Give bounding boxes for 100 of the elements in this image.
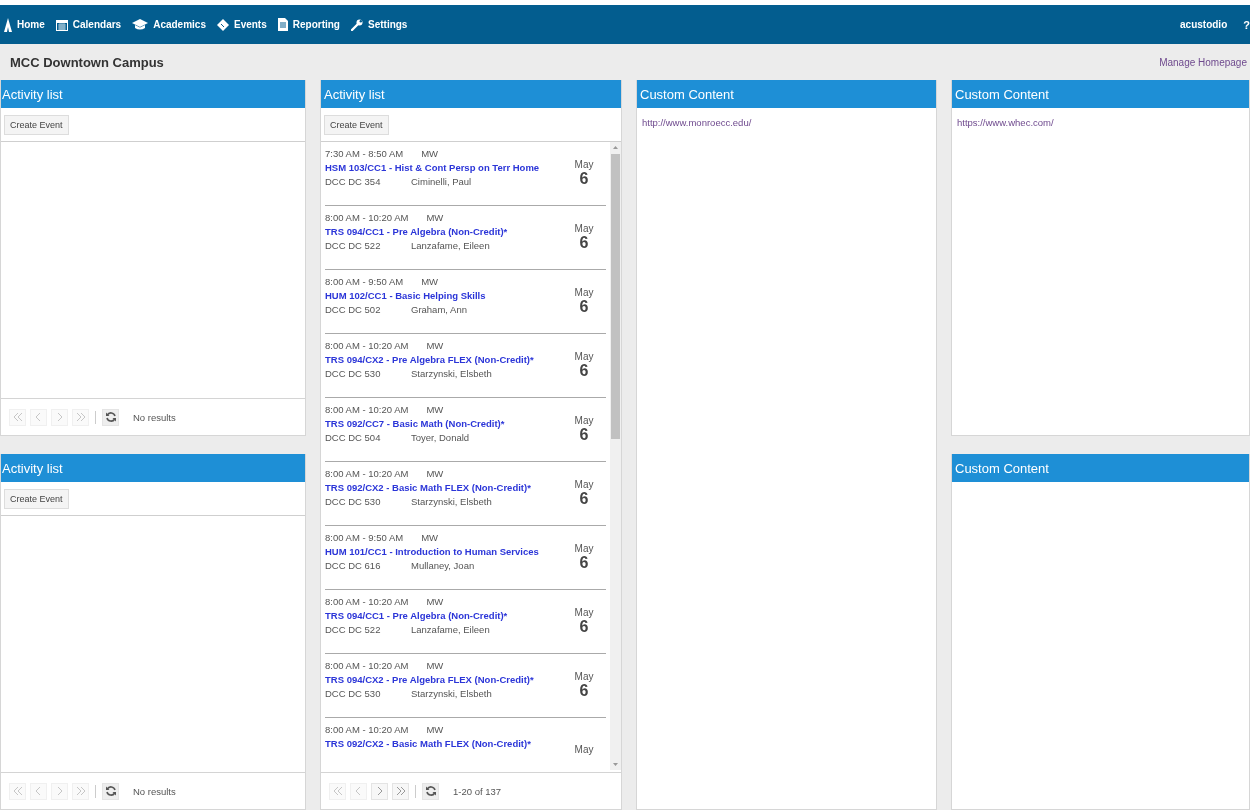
event-day: 6: [579, 426, 589, 444]
event-time: 8:00 AM - 10:20 AM: [325, 404, 409, 415]
event-time: 8:00 AM - 9:50 AM: [325, 532, 404, 543]
event-time: 8:00 AM - 9:50 AM: [325, 276, 404, 287]
refresh-button[interactable]: [422, 782, 439, 800]
panel-header: Activity list: [1, 454, 305, 482]
event-month: May: [574, 351, 594, 362]
event-time: 7:30 AM - 8:50 AM: [325, 148, 404, 159]
event-days: MW: [421, 532, 439, 543]
wrench-icon: [351, 18, 363, 31]
event-day: 6: [579, 554, 589, 572]
event-day: 6: [579, 234, 589, 252]
event-time: 8:00 AM - 10:20 AM: [325, 660, 409, 671]
event-title-link[interactable]: TRS 094/CX2 - Pre Algebra FLEX (Non-Credit)*: [325, 674, 562, 685]
event-days: MW: [426, 404, 444, 415]
logo-icon: [4, 17, 12, 32]
event-month: May: [574, 415, 594, 426]
event-room: DCC DC 354: [325, 176, 382, 187]
event-time: 8:00 AM - 10:20 AM: [325, 468, 409, 479]
pager-status: No results: [133, 411, 176, 423]
event-instructor: Starzynski, Elsbeth: [411, 368, 492, 379]
panel-header: Custom Content: [952, 80, 1249, 108]
event-month: May: [574, 543, 594, 554]
event-title-link[interactable]: HSM 103/CC1 - Hist & Cont Persp on Terr Home: [325, 162, 562, 173]
panel-header: Custom Content: [952, 454, 1249, 482]
website-link[interactable]: http://www.monroecc.edu/: [642, 117, 752, 128]
create-event-button[interactable]: Create Event: [4, 488, 69, 509]
event-title-link[interactable]: TRS 092/CC7 - Basic Math (Non-Credit)*: [325, 418, 562, 429]
document-icon: [277, 18, 288, 31]
next-page-button[interactable]: [371, 782, 388, 800]
create-event-button[interactable]: Create Event: [324, 114, 389, 135]
event-month: May: [574, 671, 594, 682]
event-days: MW: [426, 596, 444, 607]
event-day: 6: [579, 170, 589, 188]
event-title-link[interactable]: TRS 092/CX2 - Basic Math FLEX (Non-Credit)*: [325, 738, 562, 749]
panel-header: Custom Content: [637, 80, 936, 108]
event-title-link[interactable]: TRS 092/CX2 - Basic Math FLEX (Non-Credit)*: [325, 482, 562, 493]
panel-header: Activity list: [1, 80, 305, 108]
refresh-button[interactable]: [102, 408, 119, 426]
page-title: MCC Downtown Campus: [10, 54, 165, 70]
event-title-link[interactable]: TRS 094/CX2 - Pre Algebra FLEX (Non-Credit)*: [325, 354, 562, 365]
event-days: MW: [426, 212, 444, 223]
event-room: DCC DC 530: [325, 368, 382, 379]
event-title-link[interactable]: TRS 094/CC1 - Pre Algebra (Non-Credit)*: [325, 226, 562, 237]
event-instructor: Lanzafame, Eileen: [411, 624, 490, 635]
website-link[interactable]: https://www.whec.com/: [957, 117, 1054, 128]
manage-homepage-link[interactable]: Manage Homepage: [1159, 56, 1247, 68]
event-instructor: Mullaney, Joan: [411, 560, 475, 571]
calendar-icon: [55, 18, 68, 31]
pager-status: No results: [133, 785, 176, 797]
event-day: 6: [579, 362, 589, 380]
event-days: MW: [421, 148, 439, 159]
nav-link[interactable]: Home: [4, 17, 45, 32]
refresh-icon: [424, 785, 437, 797]
double-right-chevron-icon: [74, 411, 87, 423]
event-day: 6: [579, 682, 589, 700]
event-room: DCC DC 522: [325, 624, 382, 635]
nav-link[interactable]: Reporting: [277, 18, 340, 31]
event-room: DCC DC 616: [325, 560, 382, 571]
event-month: May: [574, 607, 594, 618]
event-room: DCC DC 530: [325, 496, 382, 507]
event-day: 6: [579, 490, 589, 508]
nav-link[interactable]: Settings: [351, 18, 408, 31]
help-link[interactable]: ?: [1243, 18, 1250, 31]
ticket-icon: [216, 18, 229, 31]
event-day: 6: [579, 618, 589, 636]
pager-status: 1-20 of 137: [453, 785, 502, 797]
event-days: MW: [426, 468, 444, 479]
event-time: 8:00 AM - 10:20 AM: [325, 724, 409, 735]
last-page-button[interactable]: [392, 782, 409, 800]
event-title-link[interactable]: HUM 102/CC1 - Basic Helping Skills: [325, 290, 562, 301]
event-month: May: [574, 479, 594, 490]
nav-link[interactable]: Calendars: [55, 18, 122, 31]
event-instructor: Starzynski, Elsbeth: [411, 496, 492, 507]
panel-header: Activity list: [321, 80, 621, 108]
event-instructor: Ciminelli, Paul: [411, 176, 472, 187]
nav-link[interactable]: Events: [216, 18, 267, 31]
create-event-button[interactable]: Create Event: [4, 114, 69, 135]
event-month: May: [574, 744, 594, 755]
event-month: May: [574, 287, 594, 298]
event-room: DCC DC 502: [325, 304, 382, 315]
user-menu[interactable]: acustodio: [1180, 19, 1228, 30]
double-right-chevron-icon: [74, 785, 87, 797]
event-instructor: Graham, Ann: [411, 304, 467, 315]
event-days: MW: [421, 276, 439, 287]
double-left-chevron-icon: [11, 411, 24, 423]
event-title-link[interactable]: TRS 094/CC1 - Pre Algebra (Non-Credit)*: [325, 610, 562, 621]
event-instructor: Toyer, Donald: [411, 432, 470, 443]
event-day: 6: [579, 298, 589, 316]
nav-link[interactable]: Academics: [132, 19, 206, 30]
double-left-chevron-icon: [11, 785, 24, 797]
event-instructor: Starzynski, Elsbeth: [411, 688, 492, 699]
refresh-button[interactable]: [102, 782, 119, 800]
double-left-chevron-icon: [331, 785, 344, 797]
event-room: DCC DC 530: [325, 688, 382, 699]
event-room: DCC DC 504: [325, 432, 382, 443]
refresh-icon: [104, 411, 117, 423]
event-title-link[interactable]: HUM 101/CC1 - Introduction to Human Services: [325, 546, 562, 557]
event-time: 8:00 AM - 10:20 AM: [325, 212, 409, 223]
event-time: 8:00 AM - 10:20 AM: [325, 340, 409, 351]
